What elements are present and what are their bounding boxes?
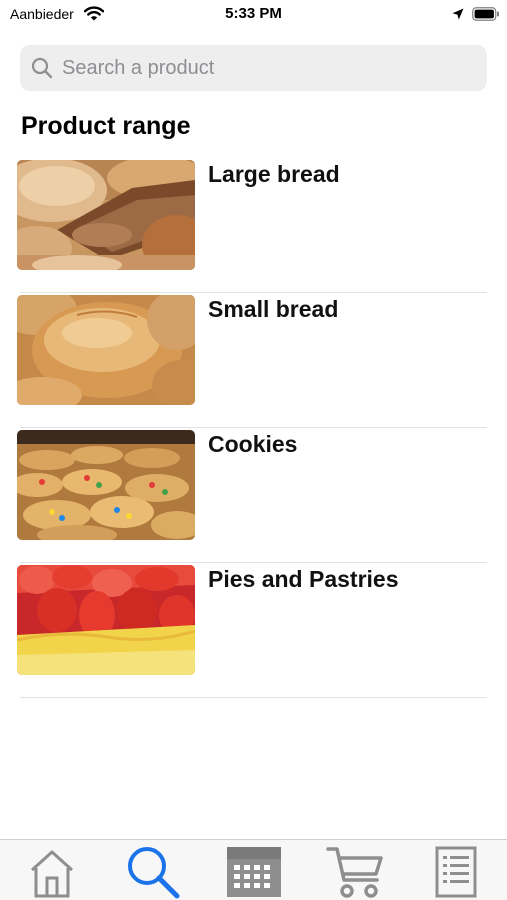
status-bar: Aanbieder 5:33 PM: [0, 0, 507, 30]
cart-icon: [325, 844, 385, 900]
large-bread-image: [17, 160, 195, 270]
list-document-icon: [427, 844, 487, 900]
product-item-small-bread[interactable]: Small bread: [0, 293, 507, 428]
product-item-cookies[interactable]: Cookies: [0, 428, 507, 563]
search-bar[interactable]: [20, 45, 487, 91]
product-item-pies-pastries[interactable]: Pies and Pastries: [0, 563, 507, 698]
home-icon: [22, 844, 82, 900]
cookies-image: [17, 430, 195, 540]
product-name: Cookies: [208, 431, 298, 457]
section-title: Product range: [21, 112, 191, 140]
status-time: 5:33 PM: [225, 5, 282, 22]
small-bread-image: [17, 295, 195, 405]
location-arrow-icon: [452, 7, 464, 25]
search-icon: [122, 844, 182, 900]
product-list: Large bread Small bread Cookies Pies and…: [0, 158, 507, 698]
product-item-large-bread[interactable]: Large bread: [0, 158, 507, 293]
tab-search[interactable]: [122, 844, 182, 900]
product-name: Small bread: [208, 296, 339, 322]
tab-bar: [0, 839, 507, 900]
pies-pastries-image: [17, 565, 195, 675]
search-input[interactable]: [62, 45, 472, 91]
calendar-icon: [224, 844, 284, 900]
tab-calendar[interactable]: [224, 844, 284, 900]
product-name: Pies and Pastries: [208, 566, 399, 592]
battery-icon: [472, 7, 500, 26]
tab-home[interactable]: [22, 844, 82, 900]
search-icon: [31, 57, 53, 84]
tab-cart[interactable]: [325, 844, 385, 900]
tab-orders[interactable]: [427, 844, 487, 900]
product-name: Large bread: [208, 161, 340, 187]
